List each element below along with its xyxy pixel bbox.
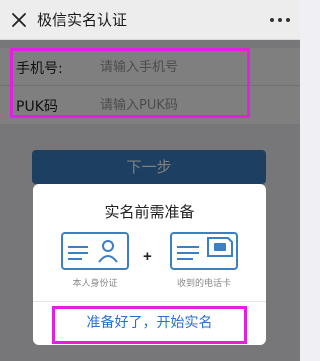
navigation-bar: 极信实名认证	[0, 0, 300, 40]
id-card-icon	[61, 232, 129, 270]
dialog-title: 实名前需准备	[104, 203, 195, 221]
page-title: 极信实名认证	[37, 11, 128, 29]
dialog-divider	[33, 301, 266, 302]
id-card-caption: 本人身份证	[72, 279, 118, 289]
form-highlight-box	[10, 48, 250, 118]
start-button-highlight-box	[52, 306, 247, 344]
sim-card-caption: 收到的电话卡	[176, 279, 231, 289]
more-options-icon[interactable]	[270, 11, 290, 29]
close-icon[interactable]	[10, 11, 28, 29]
plus-sign: +	[143, 248, 152, 265]
sim-card-icon	[170, 232, 238, 270]
